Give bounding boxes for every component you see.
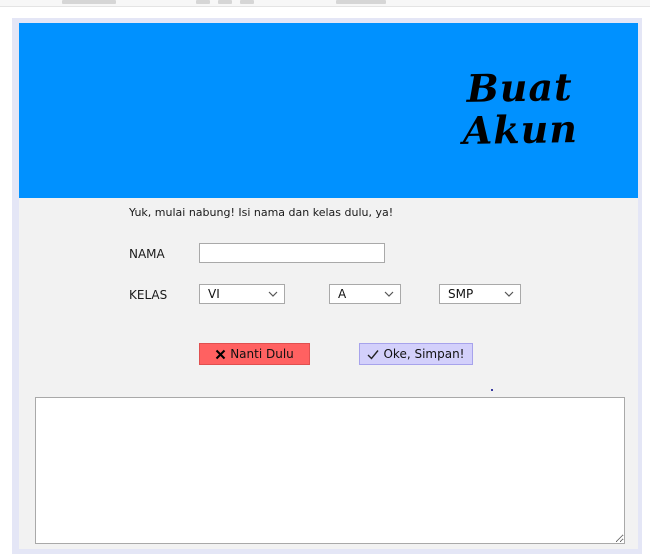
page-title-line-2: Akun — [462, 105, 579, 153]
page-title: Buat Akun — [429, 64, 610, 153]
nama-label: NAMA — [129, 247, 165, 261]
kelas-section-select[interactable]: A — [329, 284, 401, 304]
kelas-label: KELAS — [129, 288, 168, 302]
chevron-down-icon — [268, 291, 278, 297]
intro-text: Yuk, mulai nabung! Isi nama dan kelas du… — [129, 206, 394, 219]
toolbar-button[interactable] — [218, 0, 232, 4]
chevron-down-icon — [384, 291, 394, 297]
close-icon — [215, 349, 226, 359]
output-textarea[interactable] — [35, 397, 625, 544]
toolbar-button[interactable] — [240, 0, 254, 4]
top-toolbar-strip — [0, 0, 650, 7]
cancel-button[interactable]: Nanti Dulu — [199, 343, 310, 365]
save-button-label: Oke, Simpan! — [383, 347, 465, 361]
cancel-button-label: Nanti Dulu — [230, 347, 294, 361]
stray-dot — [491, 389, 493, 391]
toolbar-button[interactable] — [62, 0, 116, 4]
checkmark-icon — [367, 349, 380, 360]
kelas-level-select[interactable]: SMP — [439, 284, 521, 304]
save-button[interactable]: Oke, Simpan! — [359, 343, 473, 365]
toolbar-button[interactable] — [336, 0, 386, 4]
chevron-down-icon — [504, 291, 514, 297]
kelas-level-value: SMP — [448, 287, 474, 301]
page-title-line-1: Buat — [466, 64, 573, 111]
kelas-section-value: A — [338, 287, 347, 301]
nama-input[interactable] — [199, 243, 385, 263]
toolbar-button[interactable] — [196, 0, 210, 4]
kelas-grade-select[interactable]: VI — [199, 284, 285, 304]
kelas-grade-value: VI — [208, 287, 220, 301]
